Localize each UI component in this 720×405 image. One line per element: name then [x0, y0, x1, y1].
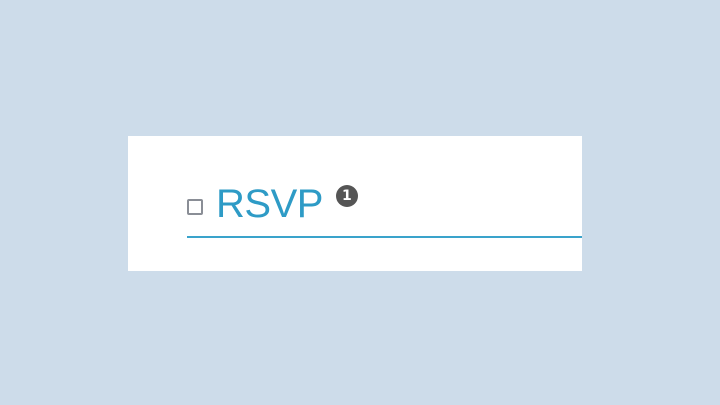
count-badge: 1: [335, 185, 358, 207]
tab-underline: [187, 236, 582, 238]
checkbox-unchecked-icon[interactable]: [187, 199, 203, 215]
tab-label[interactable]: RSVP: [216, 180, 323, 228]
rsvp-card: RSVP 1: [128, 136, 582, 271]
tab-rsvp[interactable]: RSVP 1: [187, 180, 358, 228]
